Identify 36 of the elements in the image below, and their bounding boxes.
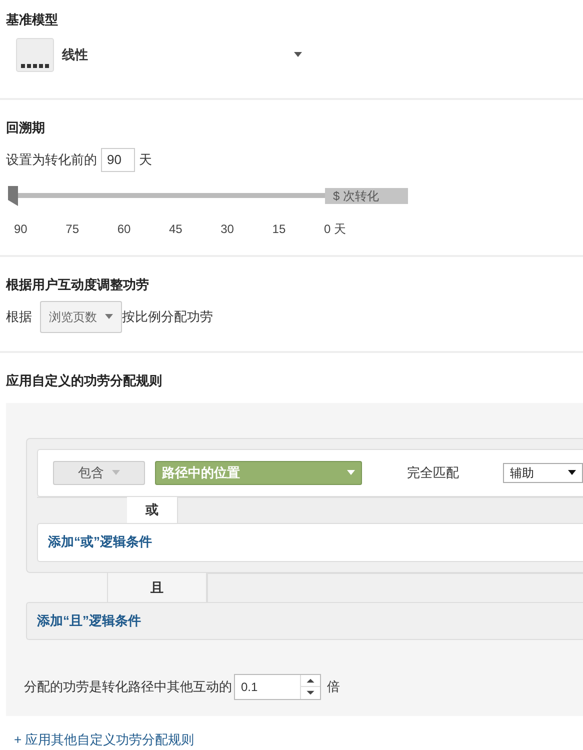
days-input[interactable]: 90	[101, 148, 135, 172]
add-rule-link[interactable]: + 应用其他自定义功劳分配规则	[14, 730, 583, 749]
model-icon	[16, 38, 54, 72]
tick-label: 60	[117, 220, 131, 238]
model-select[interactable]: 线性	[62, 44, 302, 64]
slider[interactable]	[8, 186, 325, 206]
match-label: 完全匹配	[407, 464, 459, 482]
section-title: 应用自定义的功劳分配规则	[6, 372, 163, 390]
operator-select[interactable]: 包含	[53, 460, 145, 484]
slider-thumb[interactable]	[8, 186, 18, 206]
field-label: 分配的功劳是转化路径中其他互动的	[24, 678, 232, 696]
add-or-link[interactable]: 添加“或”逻辑条件	[48, 532, 152, 552]
section-title: 基准模型	[6, 11, 59, 29]
tick-label: 45	[168, 220, 182, 238]
section-title: 根据用户互动度调整功劳	[6, 276, 150, 294]
value-select[interactable]: 辅助	[503, 462, 583, 482]
metric-select[interactable]: 浏览页数	[40, 300, 122, 332]
credit-spinner[interactable]: 0.1	[234, 674, 321, 700]
tick-label: 75	[66, 220, 80, 238]
caret-icon	[347, 470, 355, 475]
field-label: 设置为转化前的	[6, 150, 97, 169]
section-title: 回溯期	[6, 119, 46, 137]
caret-icon	[112, 470, 120, 475]
tick-label: 15	[272, 220, 286, 238]
tick-label: 90	[14, 220, 28, 238]
conversion-badge: $ 次转化	[325, 188, 408, 204]
field-label: 按比例分配功劳	[122, 308, 213, 326]
caret-icon	[294, 52, 302, 57]
add-and-link[interactable]: 添加“且”逻辑条件	[37, 610, 141, 630]
caret-icon	[105, 314, 113, 319]
tick-label: 0 天	[324, 220, 346, 238]
field-label: 根据	[6, 308, 32, 326]
unit-label: 倍	[327, 678, 340, 696]
tick-label: 30	[220, 220, 234, 238]
unit-label: 天	[139, 150, 152, 169]
caret-icon	[568, 470, 576, 475]
